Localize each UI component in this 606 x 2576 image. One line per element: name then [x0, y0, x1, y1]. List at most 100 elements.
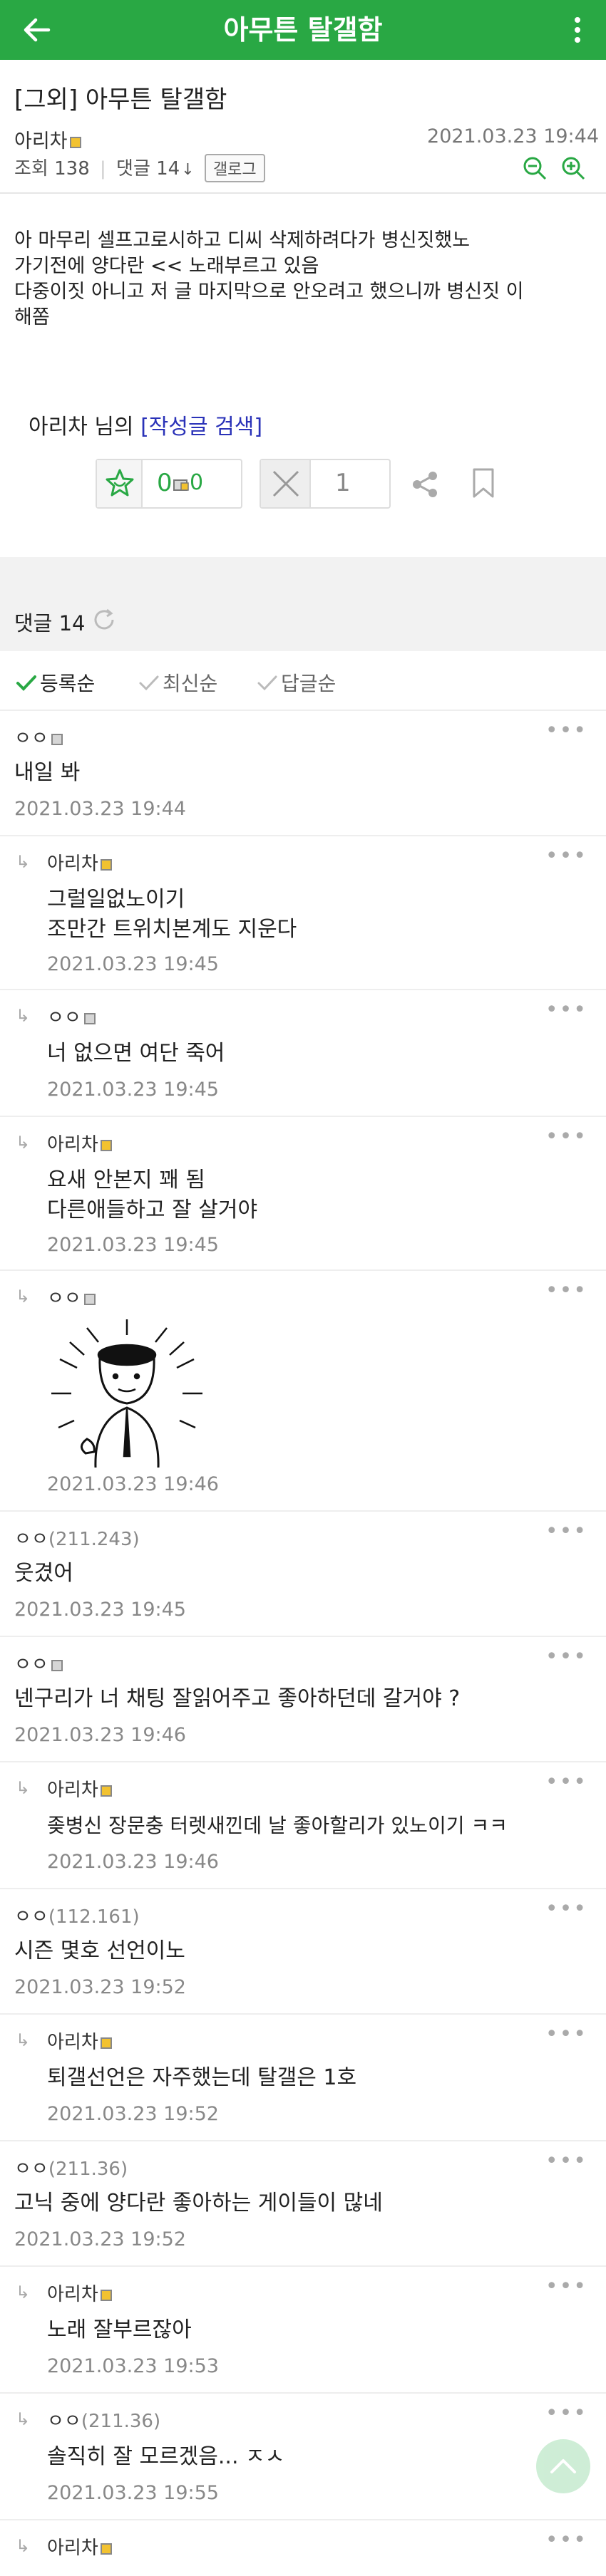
comment-more-icon[interactable]: •••: [545, 2401, 587, 2426]
comment-nick[interactable]: ㅇㅇ(211.36): [14, 2154, 128, 2181]
author-search-prefix: 아리차 님의: [29, 415, 141, 440]
gallog-button[interactable]: 갤로그: [204, 154, 265, 182]
sort-by-registration[interactable]: 등록순: [16, 668, 95, 697]
nick-text: 아리차: [47, 2284, 98, 2305]
comment-date: 2021.03.23 19:45: [47, 1234, 219, 1256]
comment-date: 2021.03.23 19:53: [47, 2355, 219, 2377]
post-body-line: 해쫌: [14, 306, 50, 328]
sort-by-latest[interactable]: 최신순: [138, 668, 217, 697]
post-body: 아 마무리 셀프고로시하고 디씨 삭제하려다가 병신짓했노 가기전에 양다란 <…: [14, 228, 592, 331]
comment-more-icon[interactable]: •••: [545, 1278, 587, 1303]
nick-text: ㅇㅇ: [14, 1906, 48, 1928]
comment-text: 넨구리가 너 채팅 잘읽어주고 좋아하던데 갈거야 ?: [14, 1686, 461, 1711]
sort-label: 답글순: [281, 672, 337, 695]
comment-nick[interactable]: ㅇㅇ(211.243): [14, 1525, 140, 1551]
comment-more-icon[interactable]: •••: [545, 2022, 587, 2047]
comment-more-icon[interactable]: •••: [545, 843, 587, 868]
post-date: 2021.03.23 19:44: [427, 125, 599, 147]
comment-text: 솔직히 잘 모르겠음... ㅈㅅ: [47, 2444, 285, 2469]
sort-by-replies[interactable]: 답글순: [257, 668, 336, 697]
fixed-nick-icon: [100, 858, 112, 871]
share-icon[interactable]: [411, 470, 439, 499]
nick-text: 아리차: [47, 1134, 98, 1155]
fix-recommend-icon: [173, 479, 189, 491]
comment-date: 2021.03.23 19:52: [14, 2228, 186, 2250]
fixed-nick-icon: [100, 2037, 112, 2049]
zoom-in-icon[interactable]: [560, 155, 586, 181]
reply-item: ↳ 아리차 ••• 좆병신 장문충 터렛새낀데 날 좋아할리가 있노이기 ㅋㅋ …: [0, 1761, 606, 1888]
nick-text: 아리차: [47, 1780, 98, 1801]
comment-text: 웃겼어: [14, 1561, 73, 1586]
comment-more-icon[interactable]: •••: [545, 2274, 587, 2299]
check-icon: [16, 675, 36, 691]
comment-nick[interactable]: 아리차: [47, 2027, 112, 2054]
recommend-count: 0: [157, 469, 173, 497]
divider: [0, 192, 606, 194]
comment-more-icon[interactable]: •••: [545, 1644, 587, 1669]
guest-nick-icon: [51, 1659, 63, 1671]
refresh-icon[interactable]: [91, 607, 117, 633]
reply-arrow-icon: ↳: [16, 2409, 31, 2429]
comment-nick[interactable]: 아리차: [47, 2533, 112, 2560]
post-author[interactable]: 아리차: [14, 130, 68, 152]
comment-nick[interactable]: ㅇㅇ(211.36): [47, 2406, 160, 2433]
fixed-nick-icon: [100, 2289, 112, 2301]
reply-arrow-icon: ↳: [16, 2536, 31, 2556]
comment-nick[interactable]: ㅇㅇ: [14, 1650, 63, 1676]
comment-nick[interactable]: ㅇㅇ: [47, 1284, 96, 1310]
reply-arrow-icon: ↳: [16, 2282, 31, 2302]
nick-text: 아리차: [47, 2538, 98, 2559]
recommend-button[interactable]: 0 0: [96, 459, 242, 509]
not-recommend-button[interactable]: 1: [260, 459, 391, 509]
post-comment-count[interactable]: 댓글 14: [116, 158, 180, 180]
comment-text: 퇴갤선언은 자주했는데 탈갤은 1호: [47, 2065, 357, 2090]
nick-text: ㅇㅇ: [47, 2411, 81, 2432]
comment-nick[interactable]: ㅇㅇ: [47, 1003, 96, 1029]
comment-nick[interactable]: 아리차: [47, 849, 112, 876]
post-body-line: 다중이짓 아니고 저 글 마지막으로 안오려고 했으니까 병신짓 이: [14, 281, 524, 303]
post-author-row: 아리차 2021.03.23 19:44: [14, 125, 599, 153]
comment-nick[interactable]: ㅇㅇ(112.161): [14, 1902, 140, 1928]
comment-date: 2021.03.23 19:46: [14, 1724, 186, 1746]
post-body-line: 아 마무리 셀프고로시하고 디씨 삭제하려다가 병신짓했노: [14, 229, 471, 251]
fixed-nick-icon: [100, 2543, 112, 2555]
fixed-nick-icon: [100, 1785, 112, 1797]
bookmark-icon[interactable]: [472, 467, 495, 499]
scroll-top-icon: [550, 2459, 576, 2473]
comment-more-icon[interactable]: •••: [545, 2149, 587, 2174]
comment-nick[interactable]: 아리차: [47, 2280, 112, 2306]
nick-text: ㅇㅇ: [14, 2159, 48, 2180]
comment-nick[interactable]: ㅇㅇ: [14, 724, 63, 750]
comment-ip: (112.161): [48, 1906, 140, 1928]
comment-more-icon[interactable]: •••: [545, 718, 587, 743]
reply-arrow-icon: ↳: [16, 852, 31, 872]
reply-item: ↳ 아리차 •••: [0, 2519, 606, 2576]
comment-more-icon[interactable]: •••: [545, 1519, 587, 1544]
check-icon: [257, 675, 277, 691]
comment-text: 좆병신 장문충 터렛새낀데 날 좋아할리가 있노이기 ㅋㅋ: [47, 1814, 508, 1837]
more-vertical-icon[interactable]: [570, 14, 585, 46]
comment-more-icon[interactable]: •••: [545, 1770, 587, 1795]
nick-text: 아리차: [47, 2032, 98, 2053]
comment-more-icon[interactable]: •••: [545, 1124, 587, 1149]
reply-item: ↳ 아리차 ••• 그럴일없노이기 조만간 트위치본계도 지운다 2021.03…: [0, 835, 606, 989]
comment-item: ㅇㅇ ••• 넨구리가 너 채팅 잘읽어주고 좋아하던데 갈거야 ? 2021.…: [0, 1636, 606, 1761]
recommend-star-cell: [97, 460, 143, 507]
dccon-sticker-image[interactable]: [44, 1314, 210, 1479]
comment-nick[interactable]: 아리차: [47, 1775, 112, 1802]
comment-more-icon[interactable]: •••: [545, 997, 587, 1022]
zoom-out-icon[interactable]: [522, 155, 548, 181]
comment-more-icon[interactable]: •••: [545, 2528, 587, 2552]
scroll-top-button[interactable]: [536, 2439, 590, 2493]
comment-text: 너 없으면 여단 죽어: [47, 1041, 225, 1066]
section-spacer: [0, 557, 606, 590]
comment-more-icon[interactable]: •••: [545, 1896, 587, 1921]
top-app-bar: 아무튼 탈갤함: [0, 0, 606, 60]
gallery-title[interactable]: 아무튼 탈갤함: [0, 0, 606, 60]
comments-count-label: 댓글 14: [14, 611, 86, 635]
comment-text: 요새 안본지 꽤 됨: [47, 1168, 205, 1193]
comment-nick[interactable]: 아리차: [47, 1130, 112, 1156]
author-posts-search-link[interactable]: [작성글 검색]: [140, 415, 262, 440]
nick-text: ㅇㅇ: [47, 1007, 81, 1029]
reply-item: ↳ 아리차 ••• 퇴갤선언은 자주했는데 탈갤은 1호 2021.03.23 …: [0, 2013, 606, 2140]
